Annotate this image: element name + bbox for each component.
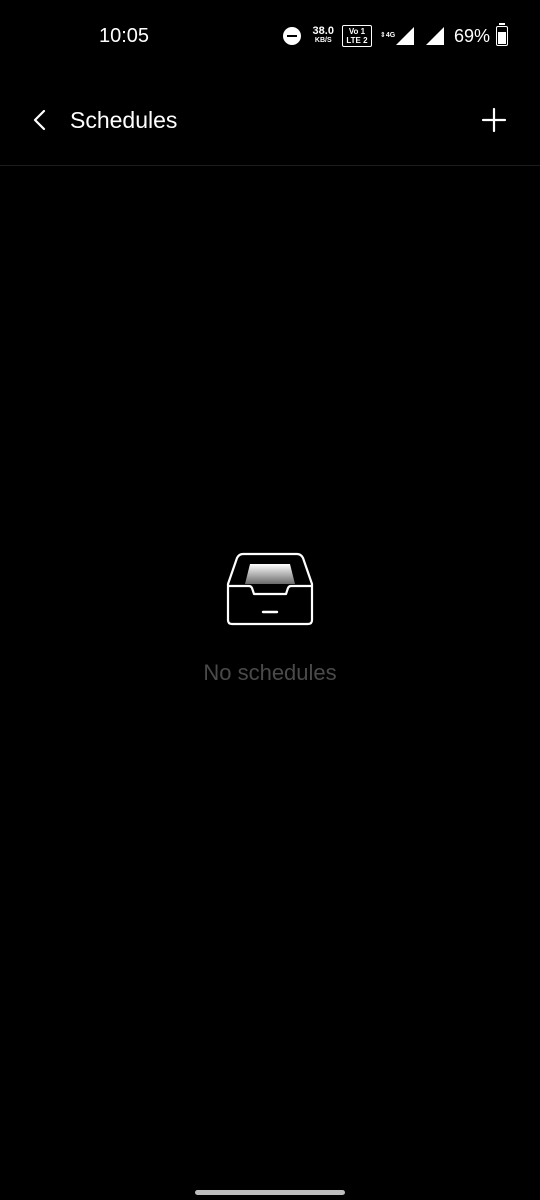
empty-state: No schedules xyxy=(0,548,540,686)
status-bar: 10:05 38.0 KB/S Vo 1 LTE 2 ⇕ 4G 69% xyxy=(0,0,540,72)
gesture-navigation-bar[interactable] xyxy=(195,1190,345,1195)
network-speed: 38.0 KB/S xyxy=(312,25,334,45)
volte-line-2: LTE 2 xyxy=(346,36,368,45)
network-speed-unit: KB/S xyxy=(314,37,332,44)
data-arrows-icon: ⇕ 4G xyxy=(379,32,396,39)
battery-fill xyxy=(498,31,506,44)
chevron-left-icon xyxy=(33,109,46,131)
back-button[interactable] xyxy=(22,102,58,138)
plus-icon xyxy=(481,107,507,133)
volte-icon: Vo 1 LTE 2 xyxy=(341,25,372,47)
app-bar: Schedules xyxy=(0,72,540,166)
signal-icon xyxy=(395,27,414,45)
signal-icon-sim2 xyxy=(425,27,444,45)
do-not-disturb-icon xyxy=(282,27,301,45)
volte-line-1: Vo 1 xyxy=(348,27,366,36)
add-schedule-button[interactable] xyxy=(476,102,512,138)
battery-icon xyxy=(496,23,508,46)
inbox-tray-icon xyxy=(226,552,314,626)
battery-percent: 69% xyxy=(453,25,490,46)
network-speed-value: 38.0 xyxy=(312,25,334,37)
status-icons: 38.0 KB/S Vo 1 LTE 2 ⇕ 4G 69% xyxy=(275,22,508,50)
page-title: Schedules xyxy=(70,107,178,133)
empty-state-message: No schedules xyxy=(203,660,337,685)
status-time: 10:05 xyxy=(99,25,150,47)
